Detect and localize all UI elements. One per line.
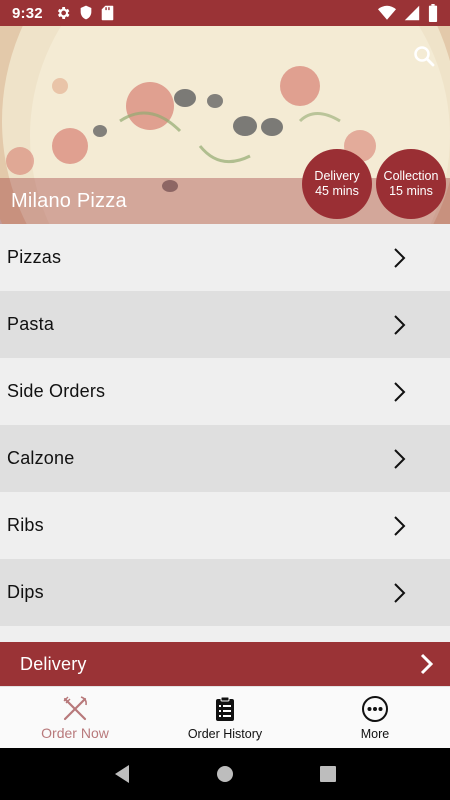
- home-button[interactable]: [213, 762, 237, 786]
- nav-order-history[interactable]: Order History: [150, 687, 300, 748]
- bottom-nav: Order Now Order History More: [0, 686, 450, 748]
- nav-label: Order History: [187, 727, 263, 741]
- status-time: 9:32: [12, 4, 43, 22]
- recents-icon: [320, 766, 337, 782]
- chevron-right-icon: [385, 444, 415, 474]
- nav-label: More: [360, 727, 390, 741]
- chevron-right-icon: [414, 652, 438, 676]
- chevron-right-icon: [385, 511, 415, 541]
- delivery-time-badge: Delivery 45 mins: [302, 149, 372, 219]
- chevron-right-icon: [385, 243, 415, 273]
- category-item-dips[interactable]: Dips: [0, 559, 450, 626]
- category-label: Dips: [7, 582, 44, 602]
- home-icon: [216, 766, 233, 782]
- category-label: Ribs: [7, 515, 44, 535]
- collection-badge-label: Collection: [383, 169, 439, 183]
- sd-card-icon: [101, 5, 114, 21]
- category-item-ribs[interactable]: Ribs: [0, 492, 450, 559]
- delivery-badge-time: 45 mins: [315, 184, 359, 198]
- nav-label: Order Now: [41, 725, 109, 741]
- collection-time-badge: Collection 15 mins: [376, 149, 446, 219]
- search-button[interactable]: [412, 44, 436, 68]
- signal-icon: [404, 5, 420, 21]
- back-icon: [114, 765, 129, 783]
- chevron-right-icon: [385, 578, 415, 608]
- fork-knife-icon: [61, 695, 89, 723]
- status-right-icons: [378, 4, 438, 22]
- delivery-mode-label: Delivery: [20, 653, 87, 674]
- status-bar: 9:32: [0, 0, 450, 26]
- delivery-badge-label: Delivery: [314, 169, 360, 183]
- category-list: Pizzas Pasta Side Orders Calzone Ribs Di…: [0, 224, 450, 626]
- delivery-mode-bar[interactable]: Delivery: [0, 642, 450, 686]
- category-label: Side Orders: [7, 381, 106, 401]
- status-left-icons: [55, 5, 114, 21]
- hero-banner: Milano Pizza Delivery 45 mins Collection…: [0, 26, 450, 224]
- shield-icon: [79, 5, 93, 21]
- category-label: Pasta: [7, 314, 55, 334]
- recents-button[interactable]: [316, 762, 340, 786]
- chevron-right-icon: [385, 310, 415, 340]
- system-nav-bar: [0, 748, 450, 800]
- battery-icon: [428, 4, 438, 22]
- wifi-icon: [378, 5, 396, 21]
- settings-icon: [55, 5, 71, 21]
- collection-badge-time: 15 mins: [389, 184, 433, 198]
- category-label: Pizzas: [7, 247, 62, 267]
- back-button[interactable]: [110, 762, 134, 786]
- restaurant-name: Milano Pizza: [11, 190, 127, 212]
- category-item-pasta[interactable]: Pasta: [0, 291, 450, 358]
- category-item-calzone[interactable]: Calzone: [0, 425, 450, 492]
- more-icon: [361, 695, 389, 723]
- nav-order-now[interactable]: Order Now: [0, 687, 150, 748]
- category-label: Calzone: [7, 448, 75, 468]
- chevron-right-icon: [385, 377, 415, 407]
- search-icon: [414, 46, 435, 67]
- clipboard-icon: [211, 695, 239, 723]
- nav-more[interactable]: More: [300, 687, 450, 748]
- list-end-spacer: [0, 626, 450, 642]
- category-item-side-orders[interactable]: Side Orders: [0, 358, 450, 425]
- category-item-pizzas[interactable]: Pizzas: [0, 224, 450, 291]
